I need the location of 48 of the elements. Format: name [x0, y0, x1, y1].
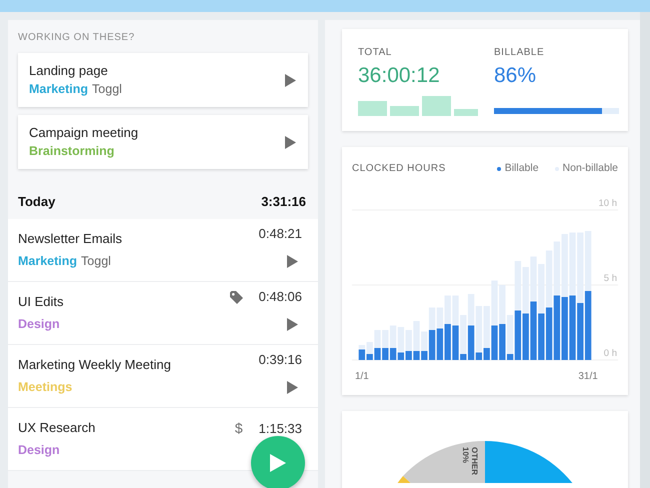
total-label: TOTAL	[358, 46, 393, 60]
entry-name: Campaign meeting	[29, 124, 138, 142]
play-icon[interactable]	[287, 254, 298, 268]
entry-name: Landing page	[29, 62, 109, 80]
entry-name: Marketing Weekly Meeting	[18, 356, 171, 374]
play-icon	[269, 453, 287, 473]
slice-label: OTHER 10%	[461, 447, 479, 475]
suggestion-card[interactable]: Campaign meeting Brainstorming	[18, 115, 308, 169]
tag-icon	[230, 290, 243, 304]
axis-tick-label: 1/1	[354, 370, 369, 382]
project-label: Design	[18, 316, 60, 334]
play-icon[interactable]	[287, 380, 298, 394]
day-total: 3:31:16	[261, 193, 306, 212]
play-icon[interactable]	[285, 74, 296, 86]
entry-duration: 0:48:21	[258, 225, 302, 244]
axis-tick-label: 31/1	[578, 370, 598, 382]
entry-name: Newsletter Emails	[18, 230, 122, 248]
time-entry[interactable]: UI Edits Design 0:48:06	[8, 282, 318, 345]
play-icon[interactable]	[287, 318, 298, 331]
project-label: Brainstorming	[29, 143, 114, 160]
axis-tick-label: 10 h	[598, 198, 617, 209]
entry-duration: 1:15:33	[258, 420, 302, 438]
entry-duration: 0:39:16	[258, 351, 302, 370]
day-label: Today	[18, 193, 56, 212]
project-label: Design	[18, 442, 60, 460]
project-label: Marketing	[29, 81, 88, 98]
legend-label: Non-billable	[562, 161, 618, 176]
billable-percent: 86%	[494, 63, 538, 89]
entry-name: UX Research	[18, 418, 96, 437]
billable-mark: $	[234, 419, 243, 438]
project-label: Meetings	[18, 379, 72, 396]
suggestion-card[interactable]: Landing page Marketing Toggl	[18, 53, 308, 107]
time-entry[interactable]: Marketing Weekly Meeting Meetings 0:39:16	[8, 345, 318, 408]
time-entry[interactable]: Newsletter Emails Marketing Toggl 0:48:21	[8, 219, 318, 282]
legend-label: Billable	[504, 161, 539, 176]
section-heading: WORKING ON THESE?	[17, 31, 136, 45]
client-label: Toggl	[81, 253, 111, 270]
entry-name: UI Edits	[18, 292, 64, 311]
entry-duration: 0:48:06	[258, 288, 302, 306]
axis-tick-label: 0 h	[604, 348, 617, 359]
client-label: Toggl	[92, 81, 122, 98]
axis-tick-label: 5 h	[604, 272, 617, 284]
billable-label: BILLABLE	[494, 46, 546, 60]
project-label: Marketing	[18, 253, 78, 270]
time-entry[interactable]: UX Research Design $ 1:15:33	[8, 408, 318, 471]
chart-title: CLOCKED HOURS	[352, 162, 446, 176]
play-icon[interactable]	[285, 136, 296, 148]
total-hours: 36:00:12	[358, 63, 441, 89]
